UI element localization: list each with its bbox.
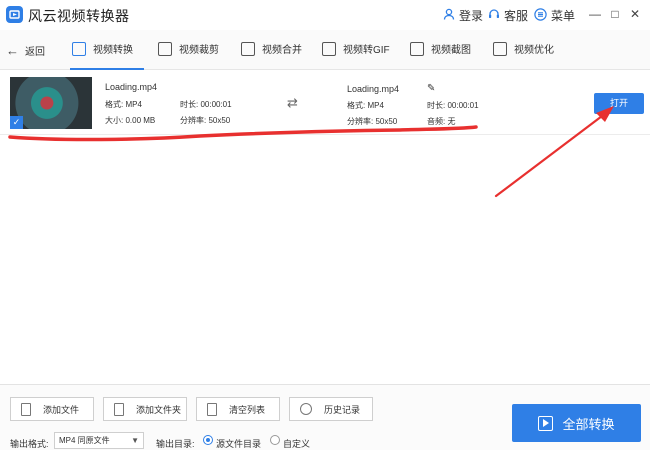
back-label: 返回 [25, 47, 45, 58]
output-dir-label: 输出目录: [156, 439, 195, 449]
menu-button[interactable]: 菜单 [534, 7, 575, 24]
convert-all-label: 全部转换 [562, 416, 615, 432]
bottom-panel: 添加文件 添加文件夹 清空列表 历史记录 输出格式: MP4 同原文件 ▼ 输出… [0, 384, 650, 450]
close-button[interactable]: ✕ [626, 5, 644, 23]
clear-list-label: 清空列表 [229, 404, 266, 415]
shuffle-icon: ⇄ [287, 95, 298, 110]
clear-list-button[interactable]: 清空列表 [196, 397, 280, 421]
add-file-button[interactable]: 添加文件 [10, 397, 94, 421]
source-format: 格式: MP4 [105, 100, 142, 109]
chevron-down-icon: ▼ [131, 436, 139, 445]
tab-video-convert[interactable]: 视频转换 [72, 41, 133, 56]
tab-label: 视频合并 [262, 45, 302, 56]
source-size: 大小: 0.00 MB [105, 116, 156, 125]
output-duration: 时长: 00:00:01 [427, 101, 479, 110]
add-file-icon [21, 402, 31, 416]
menu-icon [534, 7, 547, 24]
edit-icon[interactable]: ✎ [427, 83, 435, 94]
video-thumbnail: ✓ [10, 77, 92, 129]
source-file-name: Loading.mp4 [105, 82, 158, 92]
select-checkbox[interactable]: ✓ [10, 116, 23, 129]
source-duration: 时长: 00:00:01 [180, 100, 232, 109]
add-file-label: 添加文件 [43, 404, 80, 415]
screenshot-icon [410, 41, 424, 56]
tab-label: 视频裁剪 [179, 45, 219, 56]
trash-icon [207, 402, 217, 416]
history-button[interactable]: 历史记录 [289, 397, 373, 421]
headset-icon [488, 8, 500, 23]
output-resolution: 分辨率: 50x50 [347, 117, 398, 126]
source-dir-label: 源文件目录 [216, 439, 262, 449]
back-arrow-icon: ← [6, 42, 19, 58]
app-logo-icon [6, 6, 23, 23]
output-format-select[interactable]: MP4 同原文件 ▼ [54, 432, 144, 449]
video-merge-icon [241, 41, 255, 56]
optimize-icon [493, 41, 507, 56]
output-file-name: Loading.mp4 [347, 84, 400, 94]
output-format-label: 输出格式: [10, 439, 49, 449]
service-label: 客服 [504, 9, 529, 23]
output-format: 格式: MP4 [347, 101, 384, 110]
file-row[interactable]: ✓ Loading.mp4 格式: MP4 大小: 0.00 MB 时长: 00… [0, 71, 650, 135]
history-label: 历史记录 [324, 404, 361, 415]
tab-label: 视频转换 [93, 45, 133, 56]
tab-video-gif[interactable]: 视频转GIF [322, 41, 390, 56]
video-crop-icon [158, 41, 172, 56]
app-title: 风云视频转换器 [28, 8, 130, 24]
tab-label: 视频优化 [514, 45, 554, 56]
video-convert-icon [72, 41, 86, 56]
tab-video-crop[interactable]: 视频裁剪 [158, 41, 219, 56]
nav-bar: ← 返回 视频转换 视频裁剪 视频合并 视频转GIF 视频截图 视频优化 [0, 30, 650, 70]
tab-video-optimize[interactable]: 视频优化 [493, 41, 554, 56]
radio-custom-dir[interactable] [270, 435, 280, 445]
add-folder-button[interactable]: 添加文件夹 [103, 397, 187, 421]
output-audio: 音频: 无 [427, 117, 456, 126]
tab-label: 视频转GIF [343, 45, 390, 56]
add-folder-icon [114, 402, 124, 416]
radio-source-dir[interactable] [203, 435, 213, 445]
tab-video-screenshot[interactable]: 视频截图 [410, 41, 471, 56]
tab-video-merge[interactable]: 视频合并 [241, 41, 302, 56]
gif-icon [322, 41, 336, 56]
clock-icon [300, 403, 312, 415]
custom-dir-label: 自定义 [283, 439, 311, 449]
output-format-value: MP4 同原文件 [59, 436, 110, 445]
login-label: 登录 [459, 9, 484, 23]
add-folder-label: 添加文件夹 [136, 404, 182, 415]
minimize-button[interactable]: — [586, 5, 604, 23]
play-icon [538, 415, 554, 431]
customer-service-button[interactable]: 客服 [488, 7, 528, 24]
menu-label: 菜单 [551, 9, 576, 23]
source-resolution: 分辨率: 50x50 [180, 116, 231, 125]
maximize-button[interactable]: □ [606, 5, 624, 23]
user-icon [443, 8, 455, 23]
open-button[interactable]: 打开 [594, 93, 644, 114]
title-bar: 风云视频转换器 登录 客服 菜单 — □ ✕ [0, 0, 650, 30]
active-tab-indicator [70, 68, 144, 70]
tab-label: 视频截图 [431, 45, 471, 56]
convert-all-button[interactable]: 全部转换 [512, 404, 641, 442]
login-button[interactable]: 登录 [443, 7, 483, 24]
back-button[interactable]: ← 返回 [6, 42, 45, 59]
